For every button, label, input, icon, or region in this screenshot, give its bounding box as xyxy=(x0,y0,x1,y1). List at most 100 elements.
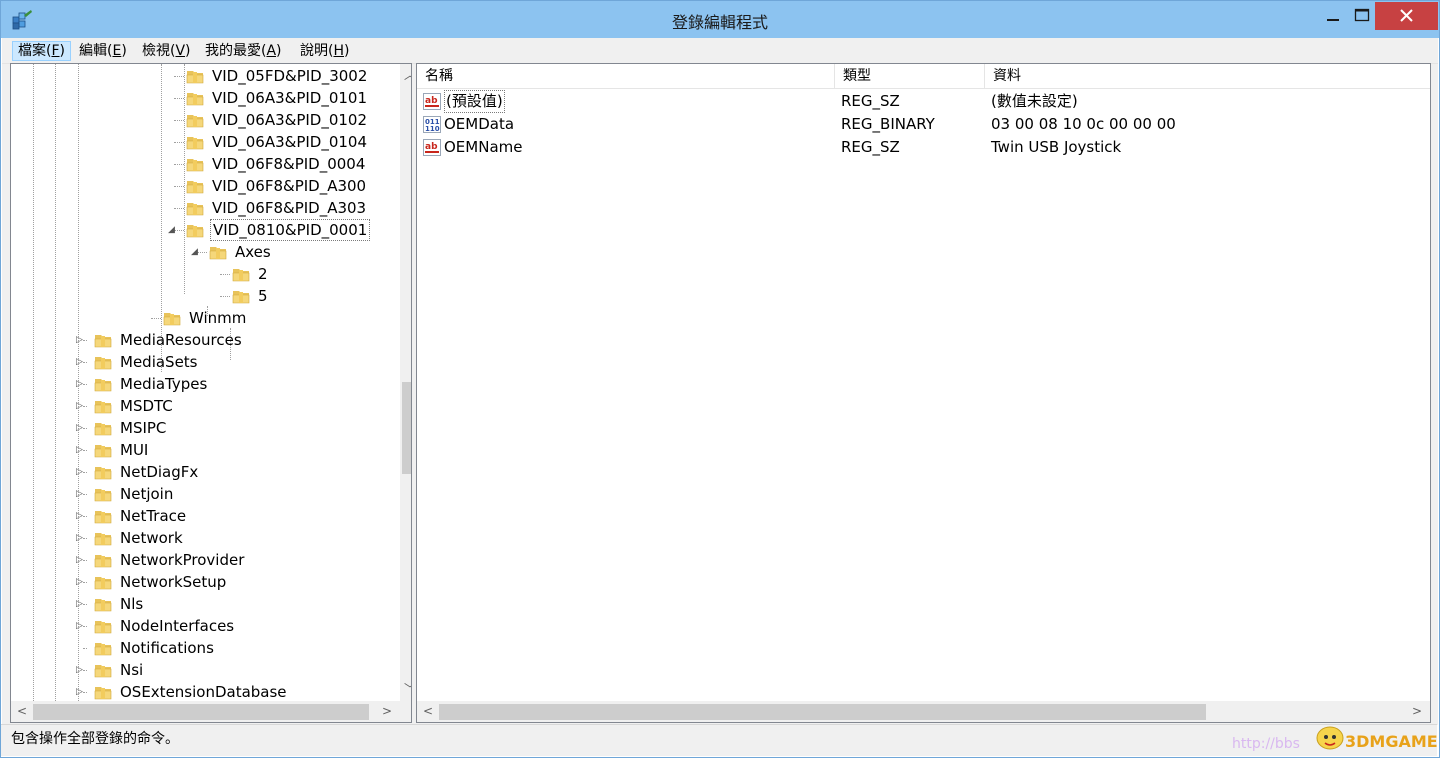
maximize-button[interactable] xyxy=(1346,2,1378,30)
title-bar[interactable]: 登錄編輯程式 xyxy=(1,1,1439,38)
expand-arrow-icon[interactable]: ▷ xyxy=(76,571,83,593)
tree-item[interactable]: ▷ Nls xyxy=(11,593,400,615)
value-row[interactable]: ab OEMName REG_SZ Twin USB Joystick xyxy=(417,136,1430,159)
list-horizontal-scrollbar[interactable]: < > xyxy=(417,701,1430,722)
menu-view[interactable]: 檢視(V) xyxy=(137,41,196,61)
collapse-arrow-icon[interactable]: ◢ xyxy=(168,219,175,241)
tree-item[interactable]: VID_06F8&PID_A303 xyxy=(11,197,400,219)
expand-arrow-icon[interactable]: ▷ xyxy=(76,439,83,461)
scroll-right-arrow-icon[interactable]: > xyxy=(377,704,397,718)
folder-icon xyxy=(94,335,112,348)
window-title: 登錄編輯程式 xyxy=(671,13,768,32)
tree-item[interactable]: ◢ VID_0810&PID_0001 xyxy=(11,219,400,241)
tree-item[interactable]: ▷ MSIPC xyxy=(11,417,400,439)
tree-item[interactable]: Winmm xyxy=(11,307,400,329)
tree-item-label: VID_06A3&PID_0104 xyxy=(212,133,368,151)
tree-item[interactable]: ▷ Network xyxy=(11,527,400,549)
column-header-name[interactable]: 名稱 xyxy=(417,64,835,89)
tree-item[interactable]: Notifications xyxy=(11,637,400,659)
folder-icon xyxy=(94,577,112,590)
tree-item[interactable]: ▷ MediaTypes xyxy=(11,373,400,395)
folder-icon xyxy=(94,533,112,546)
scroll-down-arrow-icon[interactable]: ﹀ xyxy=(400,680,411,697)
folder-icon xyxy=(94,489,112,502)
expand-arrow-icon[interactable]: ▷ xyxy=(76,505,83,527)
expand-arrow-icon[interactable]: ▷ xyxy=(76,395,83,417)
expand-arrow-icon[interactable]: ▷ xyxy=(76,593,83,615)
tree-item[interactable]: ▷ NetworkProvider xyxy=(11,549,400,571)
key-tree-pane[interactable]: VID_05FD&PID_3002 VID_06A3&PID_0101 VID_06… xyxy=(10,63,412,723)
tree-vertical-scrollbar[interactable]: ︿ ﹀ xyxy=(400,64,411,701)
tree-item[interactable]: ▷ MediaResources xyxy=(11,329,400,351)
value-row[interactable]: ab (預設值) REG_SZ (數值未設定) xyxy=(417,90,1430,113)
tree-item-label: 2 xyxy=(258,265,268,283)
expand-arrow-icon[interactable]: ▷ xyxy=(76,351,83,373)
expand-arrow-icon[interactable]: ▷ xyxy=(76,527,83,549)
tree-item[interactable]: VID_06A3&PID_0102 xyxy=(11,109,400,131)
menu-favorites[interactable]: 我的最愛(A) xyxy=(200,41,287,61)
folder-icon xyxy=(163,313,181,326)
folder-icon xyxy=(186,115,204,128)
menu-file[interactable]: 檔案(F) xyxy=(12,41,71,61)
tree-item[interactable]: VID_06A3&PID_0104 xyxy=(11,131,400,153)
menu-view-label: 檢視( xyxy=(142,43,176,59)
folder-icon xyxy=(94,555,112,568)
value-row[interactable]: 011 110 OEMData REG_BINARY 03 00 08 10 0… xyxy=(417,113,1430,136)
tree-item[interactable]: VID_06F8&PID_A300 xyxy=(11,175,400,197)
menu-edit[interactable]: 編輯(E) xyxy=(74,41,132,61)
expand-arrow-icon[interactable]: ▷ xyxy=(76,329,83,351)
tree-item[interactable]: ▷ NetTrace xyxy=(11,505,400,527)
expand-arrow-icon[interactable]: ▷ xyxy=(76,373,83,395)
values-list-pane[interactable]: 名稱 類型 資料 ab (預設值) REG_SZ (數值未設定) 011 110… xyxy=(416,63,1431,723)
tree-item[interactable]: ▷ MSDTC xyxy=(11,395,400,417)
tree-item-label: Network xyxy=(120,529,183,547)
menu-help[interactable]: 說明(H) xyxy=(295,41,354,61)
close-button[interactable] xyxy=(1375,2,1438,30)
scroll-up-arrow-icon[interactable]: ︿ xyxy=(400,66,411,83)
folder-icon xyxy=(94,401,112,414)
folder-icon xyxy=(94,621,112,634)
string-value-icon: ab xyxy=(423,139,441,156)
tree-item[interactable]: ▷ MUI xyxy=(11,439,400,461)
scroll-left-arrow-icon[interactable]: < xyxy=(12,704,32,718)
tree-item-label: Nls xyxy=(120,595,144,613)
close-icon xyxy=(1400,9,1413,22)
column-header-data[interactable]: 資料 xyxy=(985,64,1430,89)
tree-item[interactable]: VID_05FD&PID_3002 xyxy=(11,65,400,87)
folder-icon xyxy=(232,291,250,304)
tree-horizontal-scrollbar[interactable]: < > xyxy=(11,701,400,722)
column-header-type[interactable]: 類型 xyxy=(835,64,985,89)
tree-item[interactable]: ◢ Axes xyxy=(11,241,400,263)
menu-file-accesskey: F xyxy=(51,43,60,59)
folder-icon xyxy=(94,665,112,678)
tree-item[interactable]: ▷ NetDiagFx xyxy=(11,461,400,483)
tree-item[interactable]: VID_06A3&PID_0101 xyxy=(11,87,400,109)
tree-item[interactable]: 2 xyxy=(11,263,400,285)
tree-vertical-scroll-thumb[interactable] xyxy=(402,382,411,474)
tree-item-label: NetDiagFx xyxy=(120,463,199,481)
tree-item[interactable]: ▷ Nsi xyxy=(11,659,400,681)
tree-item[interactable]: ▷ NodeInterfaces xyxy=(11,615,400,637)
minimize-button[interactable] xyxy=(1317,2,1349,30)
expand-arrow-icon[interactable]: ▷ xyxy=(76,615,83,637)
tree-item[interactable]: 5 xyxy=(11,285,400,307)
collapse-arrow-icon[interactable]: ◢ xyxy=(191,241,198,263)
tree-horizontal-scroll-thumb[interactable] xyxy=(33,704,369,720)
tree-item[interactable]: ▷ OSExtensionDatabase xyxy=(11,681,400,703)
expand-arrow-icon[interactable]: ▷ xyxy=(76,461,83,483)
menu-edit-close: ) xyxy=(121,43,127,59)
expand-arrow-icon[interactable]: ▷ xyxy=(76,681,83,703)
folder-icon xyxy=(186,159,204,172)
scroll-left-arrow-icon[interactable]: < xyxy=(418,704,438,718)
expand-arrow-icon[interactable]: ▷ xyxy=(76,417,83,439)
tree-item[interactable]: ▷ NetworkSetup xyxy=(11,571,400,593)
expand-arrow-icon[interactable]: ▷ xyxy=(76,483,83,505)
expand-arrow-icon[interactable]: ▷ xyxy=(76,659,83,681)
tree-item-label: VID_06F8&PID_0004 xyxy=(212,155,366,173)
tree-item[interactable]: ▷ Netjoin xyxy=(11,483,400,505)
tree-item[interactable]: VID_06F8&PID_0004 xyxy=(11,153,400,175)
tree-item[interactable]: ▷ MediaSets xyxy=(11,351,400,373)
scroll-right-arrow-icon[interactable]: > xyxy=(1407,704,1427,718)
list-horizontal-scroll-thumb[interactable] xyxy=(439,704,1206,720)
expand-arrow-icon[interactable]: ▷ xyxy=(76,549,83,571)
